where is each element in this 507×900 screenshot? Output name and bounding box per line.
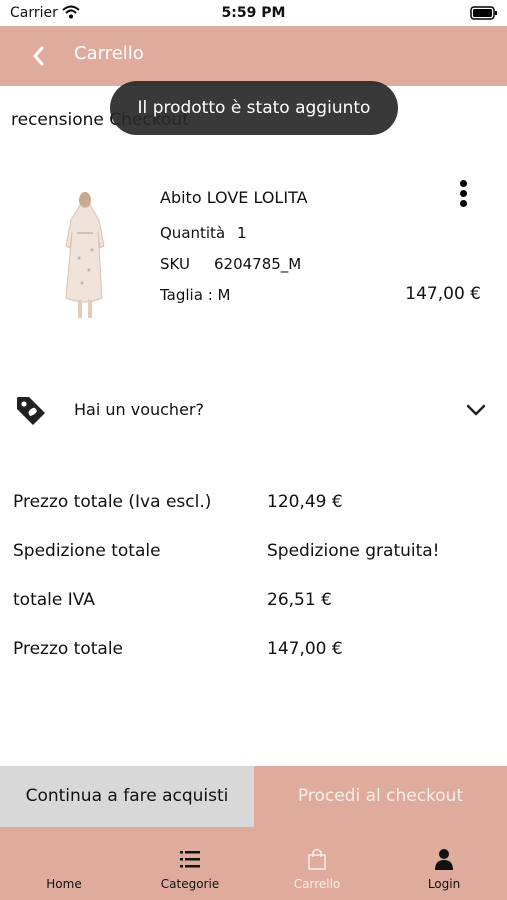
product-price: 147,00 €	[405, 284, 481, 304]
list-icon	[180, 851, 200, 868]
tab-categorie-label: Categorie	[160, 877, 220, 891]
total-label: Prezzo totale	[13, 639, 124, 659]
vat-value: 26,51 €	[267, 590, 332, 610]
status-time: 5:59 PM	[221, 5, 286, 21]
tab-login-label: Login	[427, 877, 461, 891]
product-name: Abito LOVE LOLITA	[160, 188, 308, 207]
voucher-row[interactable]: Hai un voucher?	[0, 386, 507, 438]
tag-icon	[17, 397, 45, 425]
product-image	[65, 192, 105, 318]
toast-message: Il prodotto è stato aggiunto	[110, 81, 398, 135]
page-title: Carrello	[74, 43, 144, 64]
sku-label: SKU	[160, 255, 190, 273]
user-icon	[435, 849, 453, 870]
subtotal-label: Prezzo totale (Iva escl.)	[13, 492, 212, 512]
navigation-bar: Carrello	[0, 26, 507, 86]
checkout-button[interactable]: Procedi al checkout	[254, 766, 507, 827]
more-options-button[interactable]	[454, 178, 474, 210]
battery-icon	[470, 6, 497, 20]
chevron-down-icon	[466, 404, 486, 416]
continue-shopping-button[interactable]: Continua a fare acquisti	[0, 766, 254, 827]
bag-icon	[308, 848, 326, 870]
tab-carrello[interactable]: Carrello	[267, 827, 367, 900]
size-label: Taglia : M	[160, 286, 231, 304]
chevron-left-icon	[33, 46, 44, 66]
subtotal-value: 120,49 €	[267, 492, 343, 512]
shipping-value: Spedizione gratuita!	[267, 541, 440, 561]
tab-home[interactable]: Home	[14, 827, 114, 900]
tab-login[interactable]: Login	[394, 827, 494, 900]
quantity-value: 1	[237, 224, 247, 242]
shipping-label: Spedizione totale	[13, 541, 161, 561]
status-bar: Carrier 5:59 PM	[0, 0, 507, 26]
total-value: 147,00 €	[267, 639, 343, 659]
back-button[interactable]	[26, 42, 54, 70]
sku-value: 6204785_M	[214, 255, 302, 273]
tab-home-label: Home	[46, 877, 82, 891]
tab-categorie[interactable]: Categorie	[140, 827, 240, 900]
tab-bar: Home Categorie Carrello Login	[0, 827, 507, 900]
quantity-label: Quantità	[160, 224, 226, 242]
vat-label: totale IVA	[13, 590, 95, 610]
tab-carrello-label: Carrello	[293, 877, 341, 891]
voucher-label: Hai un voucher?	[74, 400, 204, 419]
